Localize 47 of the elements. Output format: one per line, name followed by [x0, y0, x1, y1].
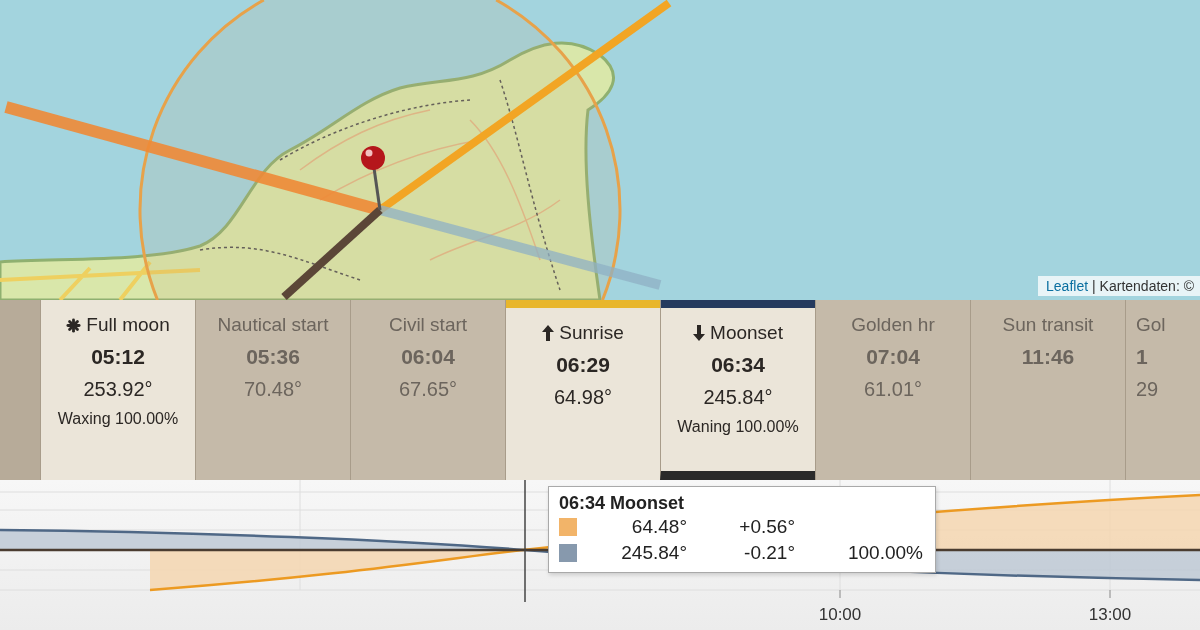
moon-phase-text: Waxing 100.00%: [57, 410, 179, 428]
asterisk-icon: [66, 317, 82, 333]
event-azimuth: 29: [1136, 378, 1159, 401]
altitude-value: -0.21°: [743, 542, 795, 564]
event-azimuth: 61.01°: [863, 378, 922, 401]
event-card[interactable]: Sun transit 11:46: [970, 300, 1125, 480]
attribution-text: | Kartendaten: ©: [1092, 278, 1194, 294]
altitude-value: +0.56°: [738, 516, 795, 538]
event-time: 05:12: [91, 345, 145, 369]
azimuth-value: 245.84°: [620, 542, 687, 564]
illumination-value: 100.00%: [847, 542, 923, 564]
event-card[interactable]: Gol 1 29: [1125, 300, 1200, 480]
arrow-up-icon: [542, 325, 555, 341]
event-time: 11:46: [1021, 345, 1075, 369]
event-label: Moonset: [710, 322, 783, 344]
event-label: Sun transit: [1002, 314, 1094, 336]
event-label: Full moon: [86, 314, 170, 336]
event-card[interactable]: Full moon 05:12 253.92° Waxing 100.00%: [40, 300, 195, 480]
event-time: 07:04: [866, 345, 920, 369]
moon-phase-text: Waning 100.00%: [677, 418, 799, 436]
event-label: Golden hr: [851, 314, 935, 336]
azimuth-value: 64.48°: [630, 516, 687, 538]
event-time: 06:34: [711, 353, 765, 377]
event-time: 1: [1136, 345, 1148, 369]
event-label: Sunrise: [559, 322, 624, 344]
event-azimuth: 64.98°: [553, 386, 612, 409]
map-pin-icon: [361, 146, 385, 211]
event-card[interactable]: Golden hr 07:04 61.01°: [815, 300, 970, 480]
arrow-down-icon: [693, 325, 706, 341]
event-time: 06:29: [556, 353, 610, 377]
event-time: 05:36: [246, 345, 300, 369]
event-card[interactable]: Sunrise 06:29 64.98°: [505, 300, 660, 480]
event-card[interactable]: Moonset 06:34 245.84° Waning 100.00%: [660, 300, 815, 480]
axis-label: 10:00: [818, 605, 862, 624]
event-label: Civil start: [388, 314, 468, 336]
event-label: Gol: [1136, 314, 1166, 336]
tooltip-title: 06:34 Moonset: [559, 493, 686, 514]
event-card[interactable]: Nautical start 05:36 70.48°: [195, 300, 350, 480]
axis-label: 13:00: [1088, 605, 1132, 624]
event-label: Nautical start: [217, 314, 329, 336]
event-azimuth: 245.84°: [703, 386, 773, 409]
event-azimuth: 67.65°: [398, 378, 457, 401]
leaflet-link[interactable]: Leaflet: [1046, 278, 1089, 294]
event-azimuth: 70.48°: [243, 378, 302, 401]
event-time: 06:04: [401, 345, 455, 369]
event-card[interactable]: Civil start 06:04 67.65°: [350, 300, 505, 480]
event-azimuth: 253.92°: [83, 378, 153, 401]
